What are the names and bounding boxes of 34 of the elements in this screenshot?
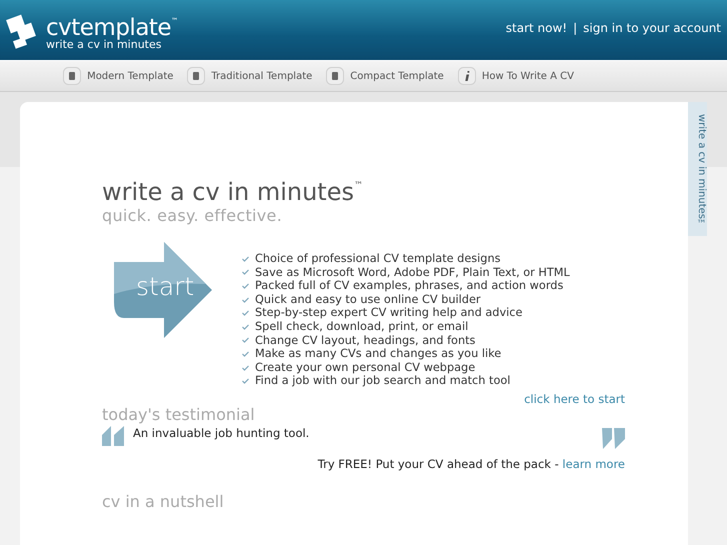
header-link[interactable]: start now! (506, 21, 568, 35)
logo-tagline: write a cv in minutes (46, 38, 162, 50)
document-icon (326, 67, 344, 85)
feature-text: Find a job with our job search and match tool (255, 374, 510, 388)
nav-link[interactable]: Compact Template (326, 67, 444, 85)
section-heading: today's testimonial (102, 406, 256, 424)
feature-text: Make as many CVs and changes as you like (255, 347, 502, 361)
feature-text: Change CV layout, headings, and fonts (255, 334, 476, 348)
nav-link[interactable]: Modern Template (63, 67, 174, 85)
feature-text: Save as Microsoft Word, Adobe PDF, Plain Text, or HTML (255, 266, 570, 280)
testimonial-quote: An invaluable job hunting tool. (133, 426, 310, 440)
feature-text: Choice of professional CV template designs (255, 252, 501, 266)
link-separator: | (573, 21, 578, 35)
learn-more-link[interactable]: learn more (562, 456, 625, 471)
document-icon (187, 67, 206, 85)
side-tab[interactable]: write a cv in minutes™ (688, 102, 707, 236)
section-heading: cv in a nutshell (102, 492, 225, 511)
logo-wordmark: cvtemplate$^{™}$ (46, 14, 178, 38)
feature-text: Create your own personal CV webpage (255, 360, 476, 374)
promo-text: Try FREE! Put your CV ahead of the pack - (318, 456, 559, 471)
document-icon (63, 67, 82, 85)
nav-link[interactable]: How To Write A CV (458, 67, 574, 85)
feature-text: Packed full of CV examples, phrases, and action words (255, 279, 564, 293)
feature-text: Quick and easy to use online CV builder (255, 292, 481, 306)
hero-subtitle: quick. easy. effective. (102, 206, 284, 226)
info-icon (458, 67, 476, 85)
feature-text: Spell check, download, print, or email (255, 320, 468, 334)
start-link[interactable]: click here to start (524, 392, 625, 406)
close-quote-icon (602, 428, 625, 449)
open-quote-icon (102, 426, 125, 446)
feature-text: Step-by-step expert CV writing help and advice (255, 306, 522, 320)
header-link[interactable]: sign in to your account (583, 21, 721, 35)
nav-link[interactable]: Traditional Template (187, 67, 312, 85)
hero-title: write a cv in minutes$^{™}$ (102, 177, 364, 206)
